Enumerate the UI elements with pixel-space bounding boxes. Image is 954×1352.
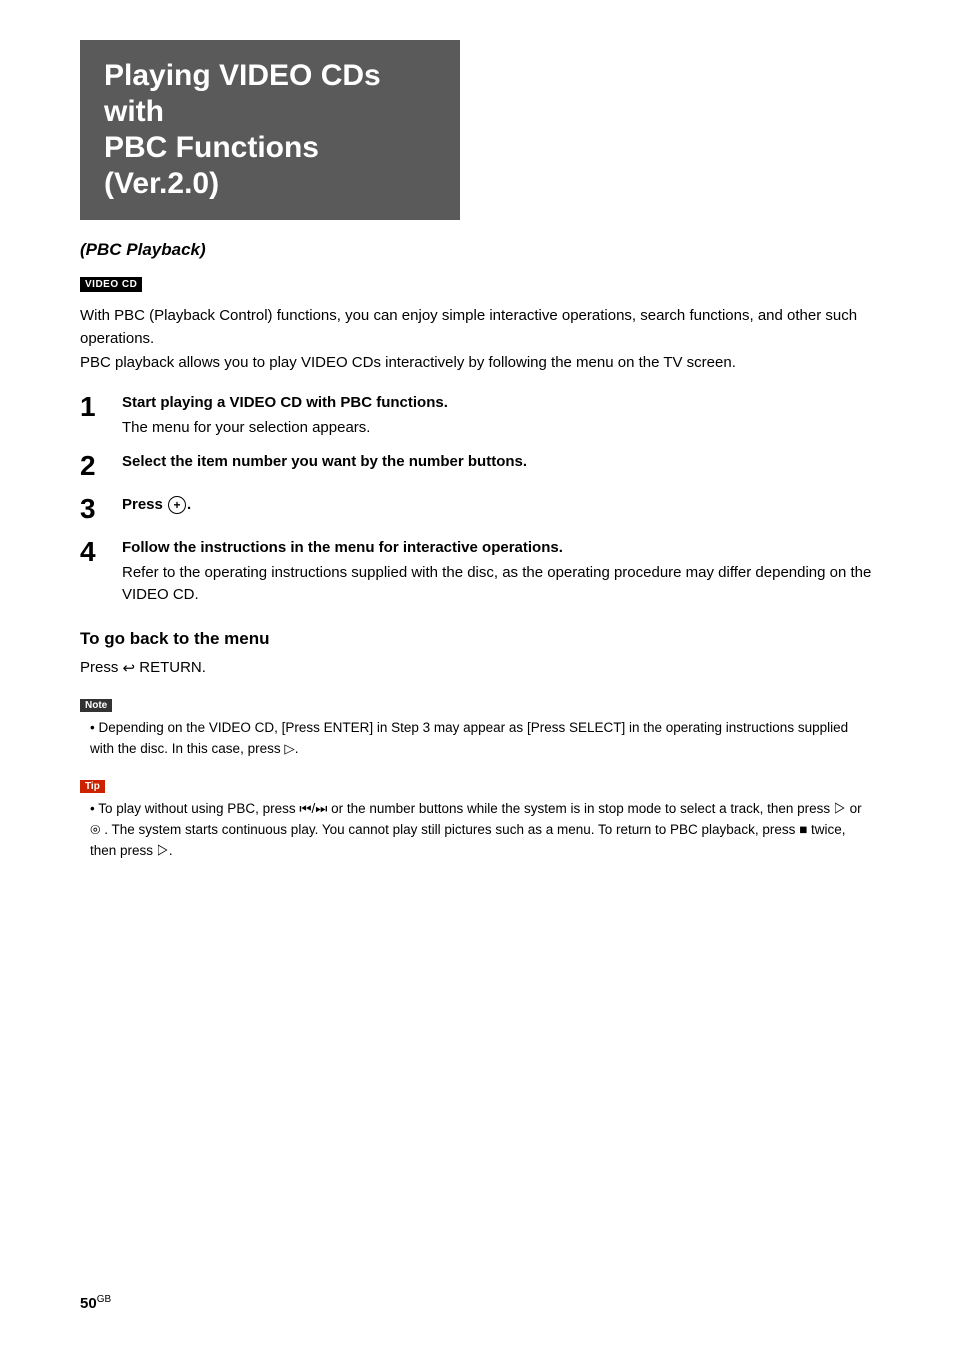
- step-2-content: Select the item number you want by the n…: [122, 451, 874, 476]
- note-label: Note: [80, 699, 112, 712]
- step-3: 3 Press +.: [80, 494, 874, 525]
- page-number: 50GB: [80, 1294, 111, 1312]
- tip-label: Tip: [80, 780, 105, 793]
- steps-container: 1 Start playing a VIDEO CD with PBC func…: [80, 392, 874, 607]
- step-1-number: 1: [80, 392, 122, 423]
- videocd-badge: VIDEO CD: [80, 277, 142, 292]
- step-4-content: Follow the instructions in the menu for …: [122, 537, 874, 607]
- title-box: Playing VIDEO CDs with PBC Functions (Ve…: [80, 40, 460, 220]
- step-3-number: 3: [80, 494, 122, 525]
- page-title: Playing VIDEO CDs with PBC Functions (Ve…: [104, 58, 436, 202]
- step-4-desc: Refer to the operating instructions supp…: [122, 562, 874, 607]
- return-text: Press ↩ RETURN.: [80, 659, 874, 677]
- step-1-title: Start playing a VIDEO CD with PBC functi…: [122, 392, 874, 413]
- subtitle: (PBC Playback): [80, 240, 874, 260]
- return-icon: ↩: [123, 659, 136, 677]
- step-3-title: Press +.: [122, 494, 874, 515]
- enter-circle-icon: +: [168, 496, 186, 514]
- step-1-desc: The menu for your selection appears.: [122, 417, 874, 440]
- note-text: Depending on the VIDEO CD, [Press ENTER]…: [80, 718, 874, 760]
- intro-paragraph-1: With PBC (Playback Control) functions, y…: [80, 304, 874, 374]
- tip-box: Tip To play without using PBC, press ⏮/⏭…: [80, 776, 874, 862]
- note-box: Note Depending on the VIDEO CD, [Press E…: [80, 695, 874, 760]
- step-2-number: 2: [80, 451, 122, 482]
- step-2: 2 Select the item number you want by the…: [80, 451, 874, 482]
- step-4: 4 Follow the instructions in the menu fo…: [80, 537, 874, 607]
- back-to-menu-heading: To go back to the menu: [80, 629, 874, 649]
- step-1-content: Start playing a VIDEO CD with PBC functi…: [122, 392, 874, 440]
- tip-text: To play without using PBC, press ⏮/⏭ or …: [80, 799, 874, 862]
- step-3-content: Press +.: [122, 494, 874, 519]
- step-4-number: 4: [80, 537, 122, 568]
- step-4-title: Follow the instructions in the menu for …: [122, 537, 874, 558]
- step-1: 1 Start playing a VIDEO CD with PBC func…: [80, 392, 874, 440]
- step-2-title: Select the item number you want by the n…: [122, 451, 874, 472]
